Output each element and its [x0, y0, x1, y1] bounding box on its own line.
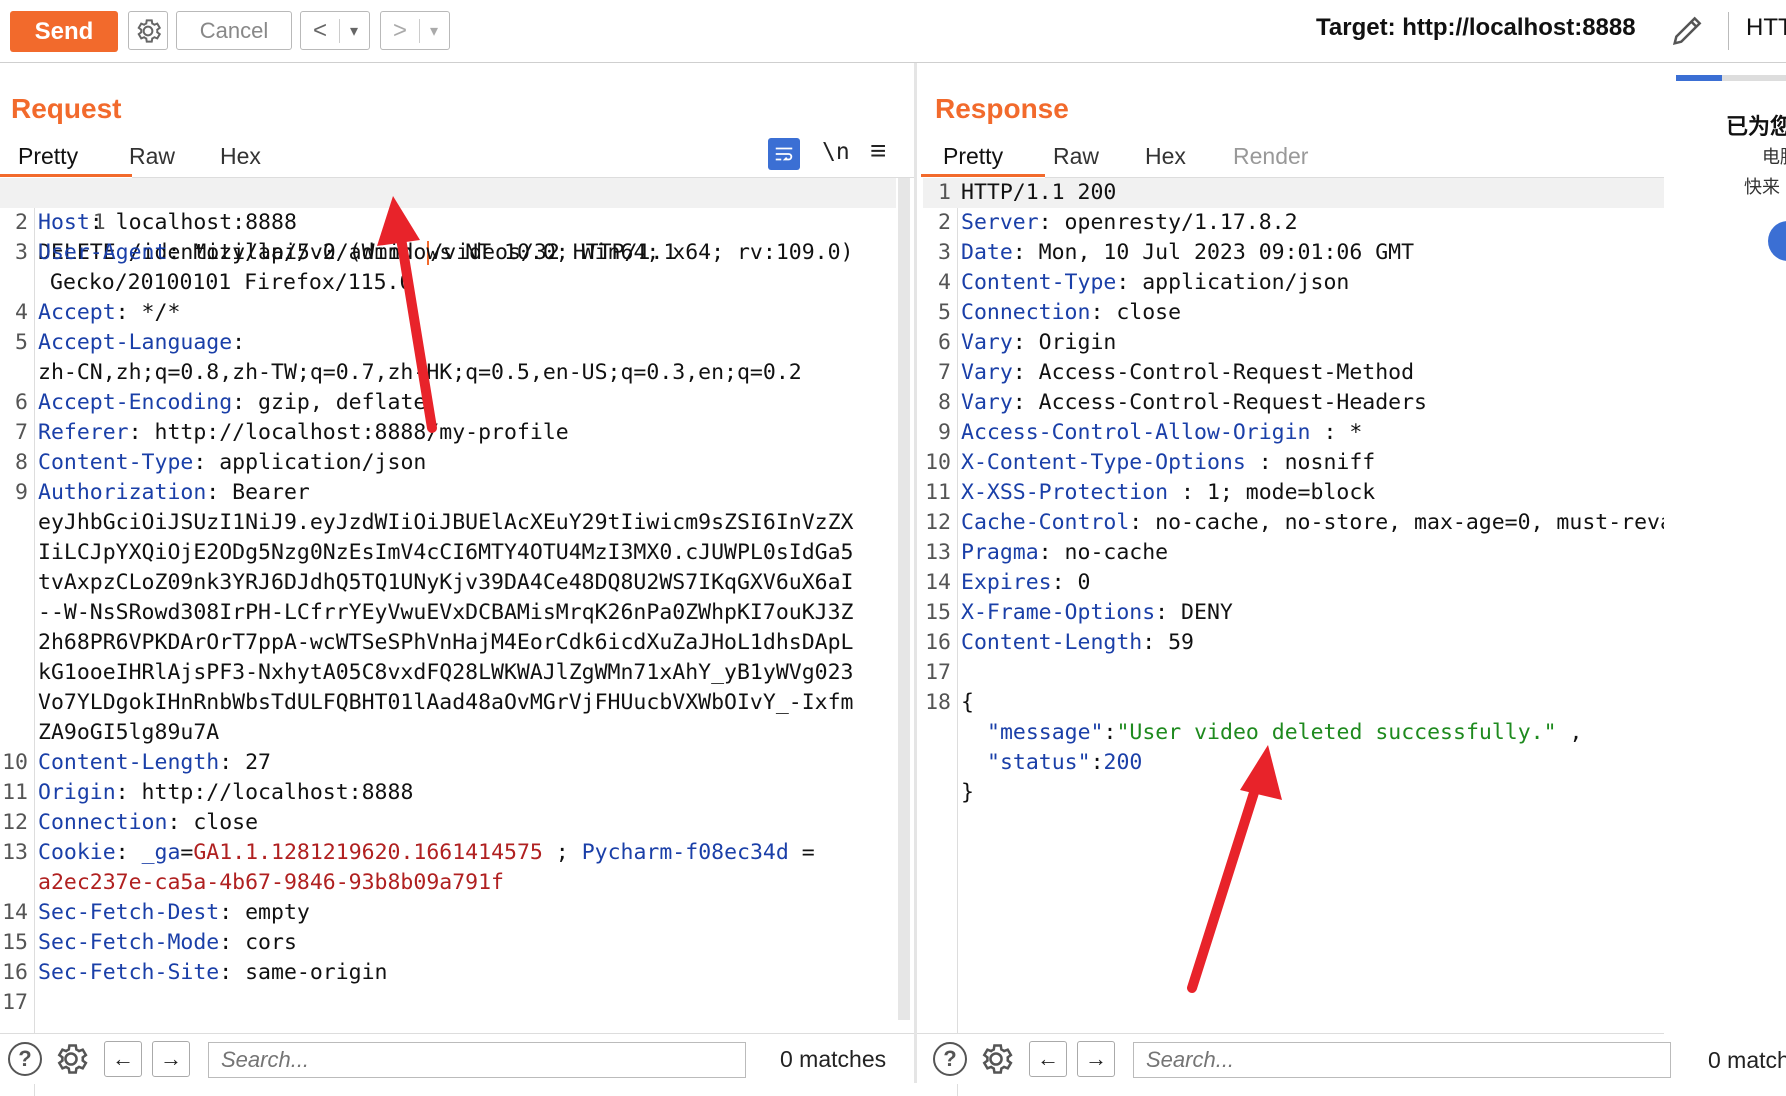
side-panel-line: 快来 [1744, 177, 1780, 197]
tab-pretty[interactable]: Pretty [943, 143, 1003, 170]
response-title: Response [935, 93, 1069, 124]
tab-raw[interactable]: Raw [129, 143, 175, 170]
show-newlines-button[interactable]: \n [822, 139, 850, 165]
send-button[interactable]: Send [10, 11, 118, 52]
arrow-left-icon: ← [1037, 1046, 1059, 1071]
chevron-left-icon: < [312, 16, 327, 44]
settings-button[interactable] [128, 11, 168, 50]
help-icon[interactable]: ? [933, 1042, 967, 1076]
code-line: 1 HTTP/1.1 200 [923, 178, 1664, 208]
tab-hex[interactable]: Hex [220, 143, 261, 170]
search-prev-button[interactable]: ← [1029, 1041, 1067, 1077]
toolbar-separator [1728, 12, 1729, 50]
arrow-right-icon: → [1085, 1046, 1107, 1071]
request-pane: Request Pretty Raw Hex \n ≡ 1 DELETE /id… [0, 63, 914, 1096]
code-line: 1 DELETE /identity/api/v2/admin /videos/… [0, 178, 896, 265]
side-panel: 已为您 电脑 快来 [1664, 63, 1786, 1033]
tab-render[interactable]: Render [1233, 143, 1308, 170]
side-panel-line: 电脑 [1762, 147, 1786, 167]
arrow-left-icon: ← [112, 1046, 134, 1071]
search-settings-button[interactable] [52, 1040, 90, 1083]
request-search-bar: ? ← → 0 matches [0, 1033, 914, 1084]
response-pane: Response Pretty Raw Hex Render 1 HTTP/1.1… [917, 63, 1671, 1096]
side-panel-title: 已为您 [1726, 114, 1786, 139]
forward-history-button[interactable]: > ▾ [380, 11, 450, 50]
request-editor[interactable]: 1 DELETE /identity/api/v2/admin /videos/… [0, 178, 896, 1096]
active-tab-underline [921, 174, 1045, 177]
wrap-icon [775, 147, 793, 161]
gear-icon [57, 1044, 88, 1074]
response-match-count: 0 match [1704, 1047, 1786, 1074]
back-history-button[interactable]: < ▾ [300, 11, 370, 50]
toolbar: Send Cancel < ▾ > ▾ Target: http://local… [0, 0, 1786, 63]
chevron-right-icon: > [392, 16, 407, 44]
http-version-label[interactable]: HTT [1746, 14, 1786, 42]
word-wrap-button[interactable] [768, 138, 800, 170]
chevron-down-icon: ▾ [349, 22, 359, 40]
side-panel-button[interactable] [1768, 221, 1786, 261]
request-scrollbar[interactable] [898, 178, 910, 1020]
response-search-input[interactable] [1133, 1042, 1671, 1078]
chevron-down-icon: ▾ [429, 22, 439, 40]
response-editor[interactable]: 1 HTTP/1.1 200 2 Server: openresty/1.17.8.… [923, 178, 1664, 1096]
progress-bar [1676, 75, 1786, 81]
search-next-button[interactable]: → [1077, 1041, 1115, 1077]
active-tab-underline [0, 174, 132, 177]
request-match-count: 0 matches [780, 1046, 887, 1072]
menu-icon[interactable]: ≡ [870, 135, 886, 167]
search-settings-button[interactable] [977, 1040, 1015, 1083]
progress-fill [1676, 75, 1722, 81]
request-search-input[interactable] [208, 1042, 746, 1078]
help-icon[interactable]: ? [8, 1042, 42, 1076]
cancel-button[interactable]: Cancel [176, 11, 292, 50]
tab-raw[interactable]: Raw [1053, 143, 1099, 170]
response-search-bar: ? ← → [917, 1033, 1671, 1084]
search-next-button[interactable]: → [152, 1041, 190, 1077]
arrow-right-icon: → [160, 1046, 182, 1071]
target-label: Target: http://localhost:8888 [1316, 14, 1636, 41]
gear-icon [137, 18, 162, 43]
gear-icon [982, 1044, 1013, 1074]
tab-pretty[interactable]: Pretty [18, 143, 78, 170]
request-title: Request [11, 93, 122, 124]
pencil-icon [1672, 16, 1702, 46]
edit-target-button[interactable] [1668, 10, 1708, 55]
tab-hex[interactable]: Hex [1145, 143, 1186, 170]
search-prev-button[interactable]: ← [104, 1041, 142, 1077]
